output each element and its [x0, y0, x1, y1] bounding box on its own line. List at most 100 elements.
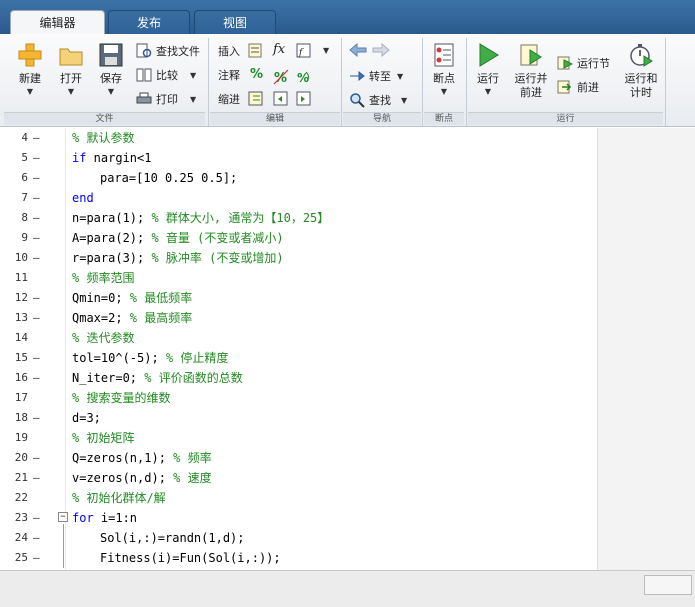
breakpoint-marker[interactable]: – [33, 208, 40, 228]
advance-button[interactable]: 前进 [557, 76, 599, 98]
status-field [644, 575, 692, 595]
run-button[interactable]: 运行 ▼ [468, 38, 508, 110]
tab-editor[interactable]: 编辑器 [10, 10, 105, 34]
find-files-button[interactable]: 查找文件 [136, 40, 200, 62]
code-text: Qmax=2; % 最高频率 [72, 308, 192, 328]
code-token: n=para(1); [72, 211, 152, 225]
code-line[interactable]: 6– para=[10 0.25 0.5]; [0, 168, 597, 188]
fold-toggle-icon[interactable]: − [58, 512, 68, 522]
decrease-indent-icon[interactable] [273, 91, 289, 107]
compare-button[interactable]: 比较 ▼ [136, 64, 196, 86]
breakpoint-marker[interactable]: – [33, 348, 40, 368]
goto-button[interactable]: 转至 ▼ [349, 65, 403, 87]
breakpoint-marker[interactable]: – [33, 188, 40, 208]
fx-icon[interactable]: fx [273, 42, 285, 57]
open-button[interactable]: 打开 ▼ [51, 38, 91, 110]
indent-button[interactable]: 缩进 [218, 88, 240, 110]
chevron-down-icon[interactable]: ▼ [323, 46, 329, 55]
save-label: 保存 [100, 72, 122, 85]
print-button[interactable]: 打印 ▼ [136, 88, 196, 110]
run-advance-label-1: 运行并 [514, 72, 548, 85]
forward-arrow-icon[interactable] [372, 43, 390, 57]
breakpoint-marker[interactable]: – [33, 508, 40, 528]
breakpoint-marker[interactable]: – [33, 468, 40, 488]
section-divider [422, 38, 423, 126]
code-line[interactable]: 11 % 频率范围 [0, 268, 597, 288]
insert-button[interactable]: 插入 [218, 40, 240, 62]
save-disk-icon [99, 43, 123, 67]
code-line[interactable]: 24– Sol(i,:)=randn(1,d); [0, 528, 597, 548]
code-text: r=para(3); % 脉冲率 (不变或增加) [72, 248, 284, 268]
breakpoint-marker[interactable]: – [33, 148, 40, 168]
wrap-comments-icon[interactable]: % [296, 69, 312, 85]
code-line[interactable]: 7– end [0, 188, 597, 208]
uncomment-icon[interactable]: % [273, 69, 289, 85]
save-button[interactable]: 保存 ▼ [91, 38, 131, 110]
run-and-time-button[interactable]: 运行和 计时 [620, 38, 662, 110]
breakpoint-marker[interactable]: – [33, 408, 40, 428]
back-arrow-icon[interactable] [349, 43, 367, 57]
code-line[interactable]: 17 % 搜索变量的维数 [0, 388, 597, 408]
code-line[interactable]: 8– n=para(1); % 群体大小, 通常为【10，25】 [0, 208, 597, 228]
insert-function-icon[interactable]: f [296, 43, 312, 59]
breakpoint-marker[interactable]: – [33, 308, 40, 328]
code-line[interactable]: 18– d=3; [0, 408, 597, 428]
breakpoint-marker[interactable]: – [33, 168, 40, 188]
code-line[interactable]: 14 % 迭代参数 [0, 328, 597, 348]
code-text: if nargin<1 [72, 148, 151, 168]
tab-strip: 编辑器 发布 视图 [0, 0, 695, 34]
breakpoint-marker[interactable]: – [33, 248, 40, 268]
breakpoint-marker[interactable]: – [33, 288, 40, 308]
comment-token: % 迭代参数 [72, 331, 135, 345]
breakpoint-marker[interactable]: – [33, 368, 40, 388]
code-text: Qmin=0; % 最低频率 [72, 288, 192, 308]
breakpoint-marker[interactable]: – [33, 548, 40, 568]
goto-arrow-icon [350, 70, 365, 82]
comment-token: % 默认参数 [72, 131, 135, 145]
tab-view[interactable]: 视图 [194, 10, 276, 34]
code-text: for i=1:n [72, 508, 137, 528]
code-line[interactable]: 16– N_iter=0; % 评价函数的总数 [0, 368, 597, 388]
tab-publish[interactable]: 发布 [108, 10, 190, 34]
open-label: 打开 [60, 72, 82, 85]
find-button[interactable]: 查找 ▼ [349, 89, 407, 111]
code-line[interactable]: 9– A=para(2); % 音量 (不变或者减小) [0, 228, 597, 248]
code-line[interactable]: 4– % 默认参数 [0, 128, 597, 148]
new-button[interactable]: 新建 ▼ [10, 38, 50, 110]
code-line[interactable]: 10– r=para(3); % 脉冲率 (不变或增加) [0, 248, 597, 268]
insert-label: 插入 [218, 45, 240, 58]
code-editor[interactable]: 4–% 默认参数 5– if nargin<1 6– para=[10 0.25 0.5… [0, 128, 695, 570]
run-section-button[interactable]: 运行节 [557, 52, 610, 74]
comment-percent-icon[interactable]: % [250, 67, 263, 82]
code-text: Q=zeros(n,1); % 频率 [72, 448, 212, 468]
code-line[interactable]: 21– v=zeros(n,d); % 速度 [0, 468, 597, 488]
code-line[interactable]: 12– Qmin=0; % 最低频率 [0, 288, 597, 308]
breakpoints-icon [434, 43, 454, 67]
breakpoint-marker[interactable]: – [33, 448, 40, 468]
line-number: 7 [21, 191, 28, 204]
increase-indent-icon[interactable] [296, 91, 312, 107]
line-number: 9 [21, 231, 28, 244]
code-text: % 迭代参数 [72, 328, 134, 348]
code-text: n=para(1); % 群体大小, 通常为【10，25】 [72, 208, 329, 228]
code-line[interactable]: 13– Qmax=2; % 最高频率 [0, 308, 597, 328]
comment-token: % 停止精度 [165, 351, 229, 365]
code-line[interactable]: 25– Fitness(i)=Fun(Sol(i,:)); [0, 548, 597, 568]
breakpoints-button[interactable]: 断点 ▼ [424, 38, 464, 110]
code-line[interactable]: 5– if nargin<1 [0, 148, 597, 168]
line-number: 8 [21, 211, 28, 224]
insert-section-icon[interactable] [248, 43, 264, 59]
code-text: d=3; [72, 408, 101, 428]
code-line[interactable]: 20– Q=zeros(n,1); % 频率 [0, 448, 597, 468]
run-and-advance-button[interactable]: 运行并 前进 [510, 38, 552, 110]
breakpoint-marker[interactable]: – [33, 228, 40, 248]
code-line[interactable]: 15– tol=10^(-5); % 停止精度 [0, 348, 597, 368]
line-number: 22 [14, 491, 28, 504]
code-line[interactable]: 19 % 初始矩阵 [0, 428, 597, 448]
breakpoint-marker[interactable]: – [33, 528, 40, 548]
code-line[interactable]: 23– − for i=1:n [0, 508, 597, 528]
breakpoint-marker[interactable]: – [33, 128, 40, 148]
code-line[interactable]: 22 % 初始化群体/解 [0, 488, 597, 508]
smart-indent-icon[interactable] [248, 91, 264, 107]
comment-button[interactable]: 注释 [218, 64, 240, 86]
